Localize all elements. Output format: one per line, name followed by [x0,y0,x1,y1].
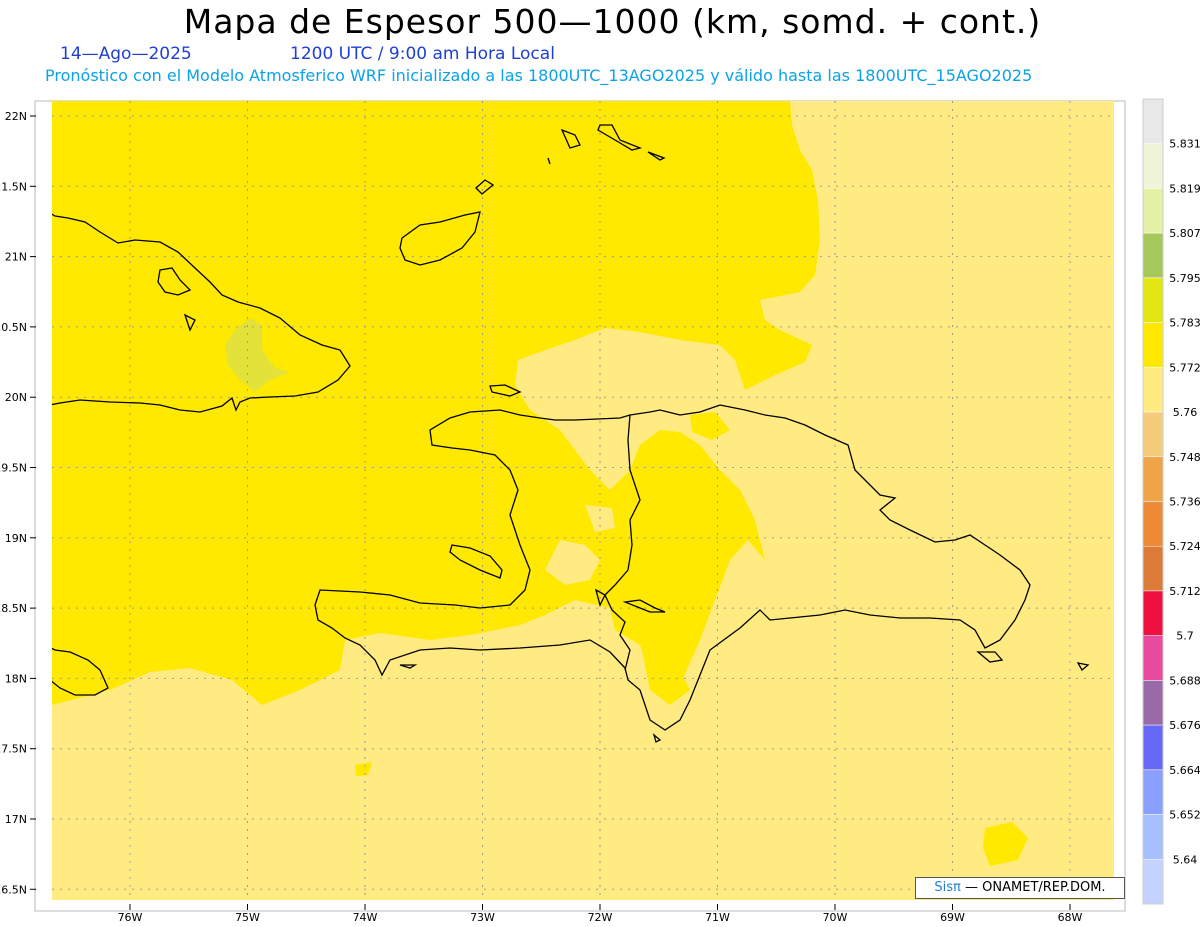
colorbar-swatch [1142,98,1164,144]
colorbar-label: 5.712 [1169,585,1200,598]
colorbar-label: 5.7 [1176,630,1194,643]
credit-agency: — ONAMET/REP.DOM. [965,880,1106,895]
colorbar-swatch [1142,411,1164,458]
lon-tick-label: 71W [705,911,730,924]
lat-tick-label: 19.5N [0,462,27,475]
credit-box: Sisπ — ONAMET/REP.DOM. [915,877,1125,899]
lat-tick-label: 18N [5,672,27,685]
lat-tick-label: 21N [5,251,27,264]
lon-tick-label: 76W [118,911,143,924]
colorbar-label: 5.676 [1169,719,1200,732]
colorbar-swatch [1142,590,1164,636]
lon-axis: 76W 75W 74W 73W 72W 71W 70W 69W 68W [118,904,1083,924]
colorbar-swatch [1142,188,1164,234]
colorbar-swatch [1142,859,1164,905]
colorbar-swatch [1142,277,1164,323]
lat-tick-label: 20N [5,391,27,404]
lon-tick-label: 74W [353,911,378,924]
colorbar-swatch [1142,724,1164,771]
shading-layer [52,101,1114,900]
colorbar-swatch [1142,501,1164,547]
colorbar-swatch [1142,322,1164,368]
colorbar-swatch [1142,143,1164,189]
lon-tick-label: 70W [823,911,848,924]
colorbar-label: 5.64 [1173,853,1198,866]
colorbar-swatch [1142,769,1164,815]
colorbar-swatch [1142,814,1164,860]
colorbar-label: 5.819 [1169,182,1200,195]
lon-tick-label: 68W [1058,911,1083,924]
lon-tick-label: 75W [235,911,260,924]
lat-axis: 22N 21.5N 21N 20.5N 20N 19.5N 19N 18.5N 18N 17.5N… [0,110,36,896]
colorbar-label: 5.76 [1173,406,1198,419]
thickness-map: 22N 21.5N 21N 20.5N 20N 19.5N 19N 18.5N 18N 17.5N… [0,98,1200,924]
lon-tick-label: 69W [940,911,965,924]
colorbar-label: 5.831 [1169,138,1200,151]
colorbar-label: 5.795 [1169,272,1200,285]
colorbar-swatch [1142,680,1164,726]
colorbar-label: 5.748 [1169,451,1200,464]
colorbar-label: 5.652 [1169,809,1200,822]
lat-tick-label: 17.5N [0,743,27,756]
colorbar-label: 5.688 [1169,674,1200,687]
lat-tick-label: 16.5N [0,883,27,896]
lon-tick-label: 72W [588,911,613,924]
colorbar-label: 5.783 [1169,317,1200,330]
colorbar-swatch [1142,232,1164,279]
colorbar-label: 5.772 [1169,361,1200,374]
lon-tick-label: 73W [470,911,495,924]
colorbar-label: 5.724 [1169,540,1200,553]
lat-tick-label: 22N [5,110,27,123]
colorbar-swatch [1142,367,1164,413]
colorbar-swatch [1142,456,1164,502]
lat-tick-label: 17N [5,813,27,826]
colorbar-label: 5.807 [1169,227,1200,240]
colorbar-swatch [1142,635,1164,681]
colorbar: 5.831 5.819 5.807 5.795 5.783 5.772 5.76 5.748 5… [1142,98,1200,905]
colorbar-swatch [1142,545,1164,592]
lat-tick-label: 19N [5,532,27,545]
lat-tick-label: 20.5N [0,321,27,334]
credit-brand: Sisπ [934,880,961,895]
lat-tick-label: 21.5N [0,180,27,193]
lat-tick-label: 18.5N [0,602,27,615]
colorbar-label: 5.664 [1169,764,1200,777]
colorbar-label: 5.736 [1169,496,1200,509]
